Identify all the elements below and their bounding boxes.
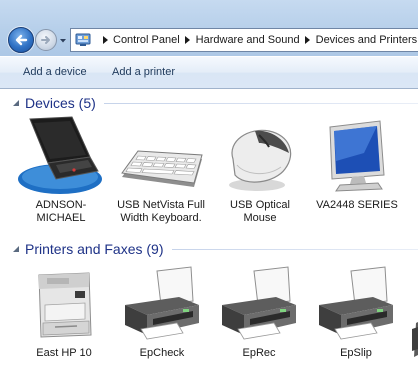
printer-partial[interactable] <box>406 319 418 359</box>
printer-epcheck[interactable]: EpCheck <box>114 265 210 360</box>
printer-epslip[interactable]: EpSlip <box>308 265 404 360</box>
printer-icon <box>117 265 207 345</box>
add-device-button[interactable]: Add a device <box>23 66 87 78</box>
breadcrumb-separator-icon[interactable] <box>183 33 193 47</box>
printer-label: EpSlip <box>340 347 372 359</box>
device-laptop[interactable]: ADNSON-MICHAEL <box>13 116 109 225</box>
device-label: USB Optical Mouse <box>230 199 290 224</box>
forward-arrow-icon <box>41 36 50 44</box>
collapse-chevron-icon[interactable] <box>11 244 21 254</box>
breadcrumb-hardware-and-sound[interactable]: Hardware and Sound <box>196 34 300 46</box>
command-bar: Add a device Add a printer <box>0 56 418 89</box>
mouse-icon <box>215 117 305 197</box>
address-toolbar: Control Panel Hardware and Sound Devices… <box>0 0 418 56</box>
add-printer-button[interactable]: Add a printer <box>112 66 175 78</box>
printer-icon <box>412 322 418 357</box>
breadcrumb-separator-icon[interactable] <box>100 33 110 47</box>
printers-group-title: Printers and Faxes (9) <box>25 241 164 257</box>
printer-label: EpRec <box>242 347 276 359</box>
devices-group-title: Devices (5) <box>25 95 96 111</box>
device-label: VA2448 SERIES <box>316 199 398 211</box>
breadcrumb-devices-and-printers[interactable]: Devices and Printers <box>316 34 418 46</box>
device-label: ADNSON-MICHAEL <box>35 199 87 224</box>
printer-label: East HP 10 <box>36 347 92 359</box>
forward-button[interactable] <box>35 29 57 51</box>
device-label: USB NetVista Full Width Keyboard. <box>117 199 205 224</box>
chevron-down-icon <box>60 39 66 43</box>
back-arrow-icon <box>15 34 28 46</box>
recent-pages-dropdown[interactable] <box>59 37 67 45</box>
printers-group-header[interactable]: Printers and Faxes (9) <box>0 239 418 259</box>
printer-eprec[interactable]: EpRec <box>211 265 307 360</box>
printer-icon <box>214 265 304 345</box>
device-mouse[interactable]: USB Optical Mouse <box>212 117 308 225</box>
address-bar[interactable]: Control Panel Hardware and Sound Devices… <box>70 28 418 52</box>
collapse-chevron-icon[interactable] <box>11 98 21 108</box>
device-keyboard[interactable]: USB NetVista Full Width Keyboard. <box>113 117 209 225</box>
device-monitor[interactable]: VA2448 SERIES <box>309 117 405 212</box>
keyboard-icon <box>116 117 206 197</box>
printer-icon <box>311 265 401 345</box>
printer-label: EpCheck <box>139 347 185 359</box>
group-divider <box>103 102 418 104</box>
laser-printer-icon <box>19 265 109 345</box>
printer-east-hp-10[interactable]: East HP 10 <box>16 265 112 360</box>
monitor-icon <box>312 117 402 197</box>
control-panel-icon <box>75 33 91 46</box>
back-button[interactable] <box>8 27 34 53</box>
breadcrumb-control-panel[interactable]: Control Panel <box>113 34 180 46</box>
laptop-icon <box>16 116 106 197</box>
devices-group-header[interactable]: Devices (5) <box>0 93 418 113</box>
breadcrumb-separator-icon[interactable] <box>303 33 313 47</box>
devices-and-printers-view: Devices (5) ADNSON-MICHAEL USB NetVista … <box>0 89 418 392</box>
group-divider <box>171 248 418 250</box>
